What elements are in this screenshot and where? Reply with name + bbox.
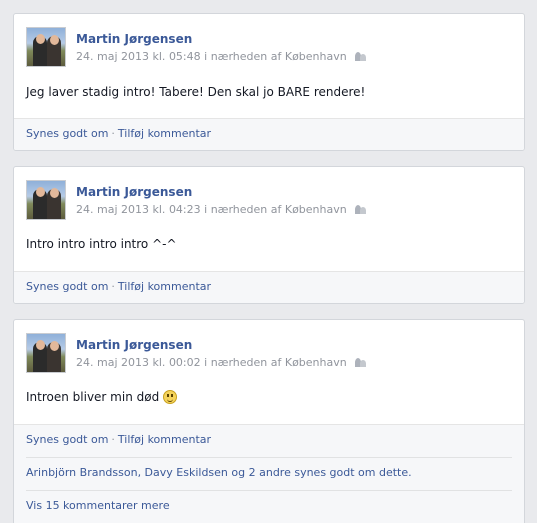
post-time[interactable]: 05:48 — [169, 50, 201, 63]
people-icon[interactable] — [355, 205, 367, 214]
post-time[interactable]: 04:23 — [169, 203, 201, 216]
like-link[interactable]: Synes godt om — [26, 433, 108, 446]
add-comment-link[interactable]: Tilføj kommentar — [118, 433, 211, 446]
people-icon[interactable] — [355, 358, 367, 367]
more-comments-row: Vis 15 kommentarer mere — [14, 498, 524, 514]
avatar[interactable] — [26, 333, 66, 373]
post-date[interactable]: 24. maj 2013 — [76, 50, 149, 63]
post-location[interactable]: i nærheden af København — [204, 203, 347, 216]
time-prefix: kl. — [152, 356, 166, 369]
post-card: Martin Jørgensen 24. maj 2013 kl. 05:48 … — [13, 13, 525, 151]
like-link[interactable]: Synes godt om — [26, 127, 108, 140]
smiley-icon — [163, 390, 178, 404]
post-card: Martin Jørgensen 24. maj 2013 kl. 04:23 … — [13, 166, 525, 304]
post-actions: Synes godt om · Tilføj kommentar — [14, 271, 524, 303]
post-date[interactable]: 24. maj 2013 — [76, 356, 149, 369]
post-meta: 24. maj 2013 kl. 04:23 i nærheden af Køb… — [76, 203, 367, 216]
like-link[interactable]: Synes godt om — [26, 280, 108, 293]
author-name[interactable]: Martin Jørgensen — [76, 185, 192, 199]
avatar[interactable] — [26, 27, 66, 67]
post-header: Martin Jørgensen 24. maj 2013 kl. 00:02 … — [14, 320, 524, 373]
post-meta: 24. maj 2013 kl. 00:02 i nærheden af Køb… — [76, 356, 367, 369]
time-prefix: kl. — [152, 50, 166, 63]
post-text: Intro intro intro intro ^-^ — [26, 237, 177, 251]
avatar[interactable] — [26, 180, 66, 220]
post-meta: 24. maj 2013 kl. 05:48 i nærheden af Køb… — [76, 50, 367, 63]
time-prefix: kl. — [152, 203, 166, 216]
divider — [26, 490, 512, 491]
author-name[interactable]: Martin Jørgensen — [76, 338, 192, 352]
people-icon[interactable] — [355, 52, 367, 61]
post-location[interactable]: i nærheden af København — [204, 50, 347, 63]
post-text: Jeg laver stadig intro! Tabere! Den skal… — [26, 85, 366, 99]
likes-summary: Arinbjörn Brandsson, Davy Eskildsen og 2… — [14, 465, 524, 481]
post-time[interactable]: 00:02 — [169, 356, 201, 369]
post-actions: Synes godt om · Tilføj kommentar — [14, 118, 524, 150]
author-name[interactable]: Martin Jørgensen — [76, 32, 192, 46]
add-comment-link[interactable]: Tilføj kommentar — [118, 280, 211, 293]
post-header: Martin Jørgensen 24. maj 2013 kl. 05:48 … — [14, 14, 524, 67]
post-location[interactable]: i nærheden af København — [204, 356, 347, 369]
divider — [26, 457, 512, 458]
likes-summary-link[interactable]: Arinbjörn Brandsson, Davy Eskildsen og 2… — [26, 466, 412, 479]
post-text-row: Introen bliver min død — [26, 390, 178, 404]
add-comment-link[interactable]: Tilføj kommentar — [118, 127, 211, 140]
post-header: Martin Jørgensen 24. maj 2013 kl. 04:23 … — [14, 167, 524, 220]
post-card: Martin Jørgensen 24. maj 2013 kl. 00:02 … — [13, 319, 525, 523]
view-more-comments-link[interactable]: Vis 15 kommentarer mere — [26, 499, 170, 512]
post-text: Introen bliver min død — [26, 390, 160, 404]
post-date[interactable]: 24. maj 2013 — [76, 203, 149, 216]
